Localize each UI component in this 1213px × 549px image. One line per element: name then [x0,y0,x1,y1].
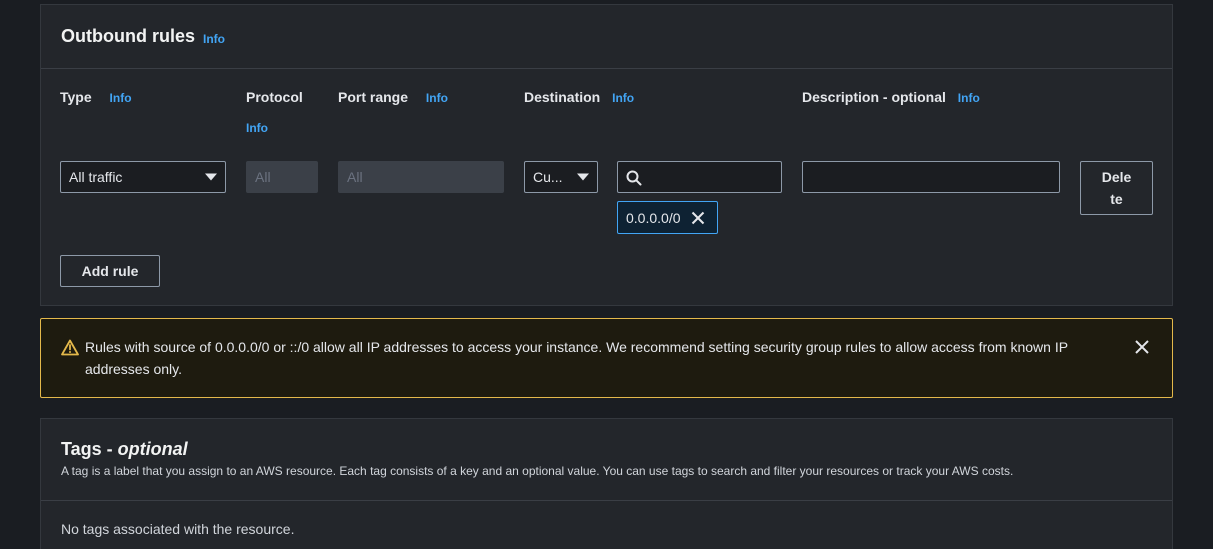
tags-description: A tag is a label that you assign to an A… [61,464,1014,478]
tags-header: Tags - optional A tag is a label that yo… [41,419,1172,501]
tags-title-main: Tags - [61,439,118,459]
warning-message: Rules with source of 0.0.0.0/0 or ::/0 a… [85,339,1068,377]
type-column-label: Type [60,89,92,105]
type-select-value: All traffic [69,169,123,185]
add-rule-button[interactable]: Add rule [60,255,160,287]
description-input[interactable] [802,161,1060,193]
protocol-value: All [255,169,271,185]
caret-down-icon [205,173,217,181]
outbound-rules-info-link[interactable]: Info [203,32,225,46]
description-info-link[interactable]: Info [958,91,980,105]
destination-type-select[interactable]: Cu... [524,161,598,193]
destination-type-value: Cu... [533,169,563,185]
port-range-field: All [338,161,504,193]
port-range-column-header: Port range Info [338,89,448,105]
destination-info-link[interactable]: Info [612,91,634,105]
outbound-rules-title: Outbound rules [61,26,195,46]
search-icon [626,170,642,186]
outbound-rules-header: Outbound rules Info [41,5,1172,69]
delete-rule-button[interactable]: Dele te [1080,161,1153,215]
delete-label-line2: te [1110,191,1123,207]
close-icon[interactable] [691,211,705,225]
port-range-info-link[interactable]: Info [426,91,448,105]
description-column-label: Description - optional [802,89,946,105]
tags-empty-message: No tags associated with the resource. [61,521,295,537]
description-column-header: Description - optional Info [802,89,980,105]
outbound-rules-panel: Outbound rules Info Type Info Protocol I… [40,4,1173,306]
destination-token: 0.0.0.0/0 [617,201,718,234]
port-range-value: All [347,169,363,185]
type-column-header: Type Info [60,89,132,105]
protocol-column-header: Protocol [246,89,303,105]
warning-icon [61,339,79,356]
protocol-column-label: Protocol [246,89,303,105]
caret-down-icon [577,173,589,181]
destination-column-header: Destination Info [524,89,634,105]
dismiss-icon[interactable] [1134,339,1150,355]
type-select[interactable]: All traffic [60,161,226,193]
tags-panel: Tags - optional A tag is a label that yo… [40,418,1173,549]
tags-title-optional: optional [117,439,188,459]
protocol-field: All [246,161,318,193]
delete-label-line1: Dele [1101,169,1132,185]
type-info-link[interactable]: Info [110,91,132,105]
port-range-column-label: Port range [338,89,409,105]
tags-title: Tags - optional [61,439,1152,460]
destination-token-label: 0.0.0.0/0 [626,209,681,226]
warning-alert: Rules with source of 0.0.0.0/0 or ::/0 a… [40,318,1173,398]
destination-column-label: Destination [524,89,601,105]
protocol-info-link[interactable]: Info [246,121,268,135]
destination-search-input[interactable] [617,161,782,193]
